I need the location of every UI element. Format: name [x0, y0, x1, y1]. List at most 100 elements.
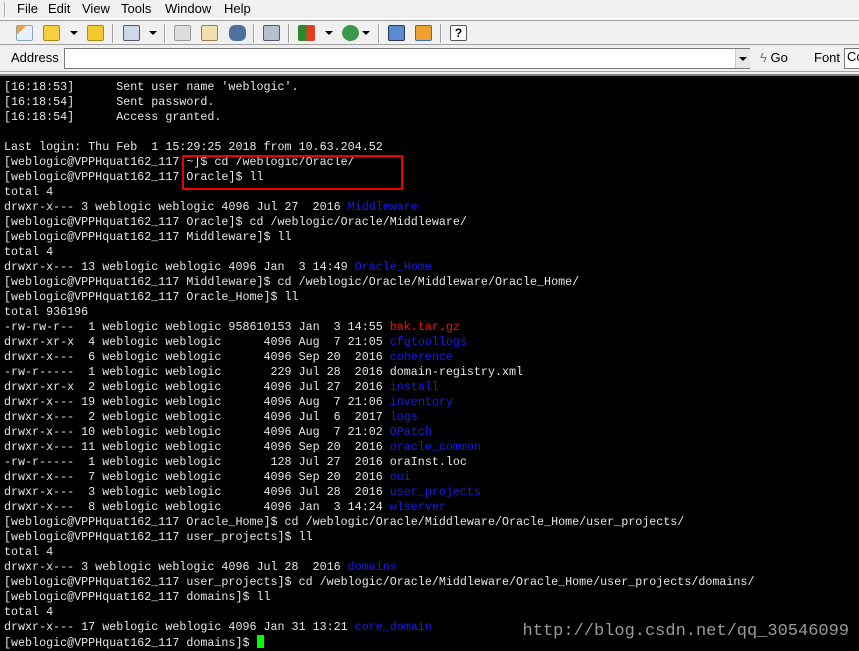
terminal-text: drwxr-x--- 11 weblogic weblogic 4096 Sep…: [4, 440, 390, 454]
terminal-text: [weblogic@VPPHquat162_117 Oracle]$ cd /w…: [4, 215, 467, 229]
terminal-line: drwxr-xr-x 2 weblogic weblogic 4096 Jul …: [4, 380, 754, 395]
terminal-line: drwxr-x--- 10 weblogic weblogic 4096 Aug…: [4, 425, 754, 440]
terminal-text: -rw-r----- 1 weblogic weblogic 128 Jul 2…: [4, 455, 467, 469]
menu-grip: [4, 2, 6, 17]
directory-name: user_projects: [389, 485, 481, 499]
terminal-text: -rw-r----- 1 weblogic weblogic 229 Jul 2…: [4, 365, 524, 379]
terminal-line: [weblogic@VPPHquat162_117 domains]$ ll: [4, 590, 754, 605]
terminal-text: [weblogic@VPPHquat162_117 domains]$ ll: [4, 590, 271, 604]
toolbar-separator: [164, 24, 166, 43]
highlight-box: [182, 155, 403, 190]
terminal-text: drwxr-x--- 3 weblogic weblogic 4096 Jul …: [4, 200, 348, 214]
address-dropdown-button[interactable]: [735, 49, 750, 68]
terminal-line: drwxr-x--- 8 weblogic weblogic 4096 Jan …: [4, 500, 754, 515]
reconnect-icon[interactable]: [87, 25, 104, 41]
terminal-text: [weblogic@VPPHquat162_117 Oracle_Home]$ …: [4, 515, 685, 529]
terminal-text: [16:18:54] Sent password.: [4, 95, 215, 109]
toolbar-separator: [378, 24, 380, 43]
terminal-line: drwxr-x--- 3 weblogic weblogic 4096 Jul …: [4, 560, 754, 575]
terminal-line: drwxr-x--- 19 weblogic weblogic 4096 Aug…: [4, 395, 754, 410]
options-dropdown-icon[interactable]: [149, 31, 157, 35]
terminal-text: drwxr-xr-x 2 weblogic weblogic 4096 Jul …: [4, 380, 390, 394]
directory-name: oui: [389, 470, 411, 484]
archive-name: bak.tar.gz: [389, 320, 460, 334]
new-session-icon[interactable]: [16, 25, 33, 41]
terminal-text: total 4: [4, 185, 54, 199]
terminal-line: [weblogic@VPPHquat162_117 Middleware]$ c…: [4, 275, 754, 290]
terminal-text: drwxr-x--- 19 weblogic weblogic 4096 Aug…: [4, 395, 390, 409]
terminal-text: [weblogic@VPPHquat162_117 Middleware]$ c…: [4, 275, 580, 289]
globe-dropdown-icon[interactable]: [362, 31, 370, 35]
terminal-line: -rw-r----- 1 weblogic weblogic 229 Jul 2…: [4, 365, 754, 380]
terminal-line: drwxr-x--- 11 weblogic weblogic 4096 Sep…: [4, 440, 754, 455]
font-input[interactable]: Co: [844, 48, 859, 69]
address-input[interactable]: [64, 48, 750, 69]
print-icon[interactable]: [263, 25, 280, 41]
terminal-text: [weblogic@VPPHquat162_117 Oracle_Home]$ …: [4, 290, 299, 304]
watermark: http://blog.csdn.net/qq_30546099: [522, 622, 849, 641]
terminal-text: total 4: [4, 605, 54, 619]
toolbar-separator: [112, 24, 114, 43]
toolbar-separator: [253, 24, 255, 43]
directory-name: logs: [389, 410, 418, 424]
directory-name: core_domain: [354, 620, 432, 634]
terminal-line: [16:18:54] Access granted.: [4, 110, 754, 125]
terminal-line: total 936196: [4, 305, 754, 320]
menu-view[interactable]: View: [82, 1, 110, 16]
terminal-text: drwxr-x--- 8 weblogic weblogic 4096 Jan …: [4, 500, 390, 514]
menu-help[interactable]: Help: [224, 1, 251, 16]
terminal[interactable]: [16:18:53] Sent user name 'weblogic'. [16…: [0, 74, 859, 651]
terminal-text: drwxr-x--- 13 weblogic weblogic 4096 Jan…: [4, 260, 355, 274]
find-icon[interactable]: [229, 25, 246, 41]
directory-name: Middleware: [347, 200, 418, 214]
font-label: Font: [814, 50, 841, 65]
terminal-text: [weblogic@VPPHquat162_117 Middleware]$ l…: [4, 230, 292, 244]
terminal-text: [16:18:54] Access granted.: [4, 110, 222, 124]
color-scheme-icon[interactable]: [298, 25, 315, 41]
directory-name: domains: [347, 560, 397, 574]
terminal-text: total 936196: [4, 305, 89, 319]
session-options-icon[interactable]: [123, 25, 140, 41]
key-manager-icon[interactable]: [388, 25, 405, 41]
toolbar-separator: [440, 24, 442, 43]
terminal-line: [16:18:53] Sent user name 'weblogic'.: [4, 80, 754, 95]
terminal-line: total 4: [4, 545, 754, 560]
toolbar-separator: [288, 24, 290, 43]
directory-name: coherence: [389, 350, 453, 364]
directory-name: OPatch: [389, 425, 432, 439]
sftp-icon[interactable]: [415, 25, 432, 41]
terminal-line: drwxr-x--- 2 weblogic weblogic 4096 Jul …: [4, 410, 754, 425]
terminal-text: drwxr-x--- 6 weblogic weblogic 4096 Sep …: [4, 350, 390, 364]
color-dropdown-icon[interactable]: [325, 31, 333, 35]
copy-icon[interactable]: [174, 25, 191, 41]
go-button[interactable]: ϟ Go: [760, 50, 788, 65]
globe-icon[interactable]: [342, 25, 359, 41]
terminal-line: total 4: [4, 245, 754, 260]
terminal-text: -rw-rw-r-- 1 weblogic weblogic 958610153…: [4, 320, 390, 334]
paste-icon[interactable]: [201, 25, 218, 41]
terminal-text: drwxr-x--- 3 weblogic weblogic 4096 Jul …: [4, 485, 390, 499]
menu-edit[interactable]: Edit: [48, 1, 70, 16]
terminal-line: [weblogic@VPPHquat162_117 Oracle_Home]$ …: [4, 290, 754, 305]
menu-window[interactable]: Window: [165, 1, 211, 16]
help-icon[interactable]: ?: [450, 25, 467, 41]
menu-file[interactable]: File: [17, 1, 38, 16]
terminal-line: [weblogic@VPPHquat162_117 Oracle]$ cd /w…: [4, 215, 754, 230]
directory-name: install: [389, 380, 439, 394]
address-bar: Address ϟ Go Font Co: [0, 46, 859, 72]
terminal-cursor: [256, 635, 264, 648]
directory-name: Oracle_Home: [354, 260, 432, 274]
terminal-text: drwxr-x--- 2 weblogic weblogic 4096 Jul …: [4, 410, 390, 424]
directory-name: inventory: [389, 395, 453, 409]
toolbar: ?: [0, 20, 859, 45]
directory-name: wlserver: [389, 500, 446, 514]
menu-bar: File Edit View Tools Window Help: [0, 0, 859, 19]
open-folder-icon[interactable]: [43, 25, 60, 41]
terminal-text: [weblogic@VPPHquat162_117 user_projects]…: [4, 575, 755, 589]
terminal-line: [16:18:54] Sent password.: [4, 95, 754, 110]
terminal-text: [16:18:53] Sent user name 'weblogic'.: [4, 80, 299, 94]
open-dropdown-icon[interactable]: [70, 31, 78, 35]
menu-tools[interactable]: Tools: [121, 1, 151, 16]
terminal-text: total 4: [4, 245, 54, 259]
